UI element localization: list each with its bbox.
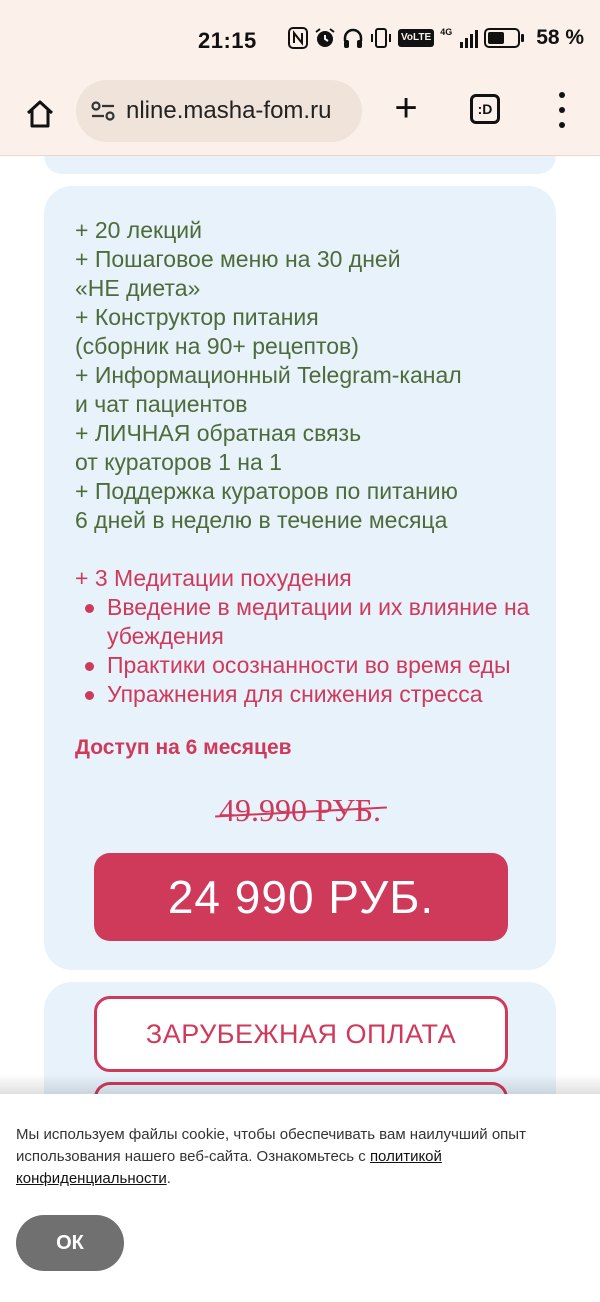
battery-percent: 58 % xyxy=(536,26,585,49)
tab-switcher-icon[interactable]: :D xyxy=(470,94,500,124)
signal-icon xyxy=(460,28,479,48)
cookie-text: Мы используем файлы cookie, чтобы обеспе… xyxy=(16,1124,576,1190)
buy-price-button[interactable]: 24 990 РУБ. xyxy=(94,853,508,941)
status-icons: VoLTE 4G 58 % xyxy=(288,26,584,50)
cookie-banner: Мы используем файлы cookie, чтобы обеспе… xyxy=(0,1094,600,1302)
feature-line: + Пошаговое меню на 30 дней xyxy=(75,246,401,272)
previous-card xyxy=(44,156,556,174)
offer-card: + 20 лекций + Пошаговое меню на 30 дней … xyxy=(44,186,556,970)
battery-charging-icon xyxy=(484,28,525,48)
volte-icon: VoLTE xyxy=(398,29,435,47)
url-text: nline.masha-fom.ru xyxy=(126,97,332,124)
feature-line: + Информационный Telegram-канал xyxy=(75,362,462,388)
access-duration: Доступ на 6 месяцев xyxy=(75,736,292,759)
foreign-payment-button[interactable]: ЗАРУБЕЖНАЯ ОПЛАТА xyxy=(94,996,508,1072)
old-price-text: 49.990 РУБ. xyxy=(218,792,382,828)
feature-line: и чат пациентов xyxy=(75,391,248,417)
alarm-icon xyxy=(314,27,336,49)
network-type-label: 4G xyxy=(440,27,453,37)
old-price: 49.990 РУБ. xyxy=(44,792,556,829)
list-item: Введение в медитации и их влияние на убе… xyxy=(85,593,545,651)
address-bar[interactable]: nline.masha-fom.ru xyxy=(76,80,362,142)
cookie-end: . xyxy=(166,1170,171,1187)
feature-line: «НЕ диета» xyxy=(75,275,201,301)
status-time: 21:15 xyxy=(198,28,257,53)
more-menu-icon[interactable] xyxy=(550,92,574,128)
list-item: Упражнения для снижения стресса xyxy=(85,680,545,709)
cookie-message: Мы используем файлы cookie, чтобы обеспе… xyxy=(16,1126,526,1165)
headphones-icon xyxy=(342,27,364,49)
feature-line: + Поддержка кураторов по питанию xyxy=(75,478,458,504)
meditation-list: Введение в медитации и их влияние на убе… xyxy=(85,593,545,709)
home-icon[interactable] xyxy=(18,92,62,136)
feature-line: + Конструктор питания xyxy=(75,304,319,330)
nfc-icon xyxy=(288,27,308,49)
feature-line: + 20 лекций xyxy=(75,217,202,243)
meditation-block: + 3 Медитации похудения Введение в медит… xyxy=(75,564,545,709)
site-settings-icon[interactable] xyxy=(88,96,118,126)
feature-line: + ЛИЧНАЯ обратная связь xyxy=(75,420,362,446)
list-item: Практики осознанности во время еды xyxy=(85,651,545,680)
browser-toolbar: nline.masha-fom.ru + :D xyxy=(0,80,600,156)
feature-line: от кураторов 1 на 1 xyxy=(75,449,282,475)
new-tab-plus-icon[interactable]: + xyxy=(386,88,426,128)
feature-line: 6 дней в неделю в течение месяца xyxy=(75,507,448,533)
cookie-ok-button[interactable]: ОК xyxy=(16,1215,124,1271)
feature-line: (сборник на 90+ рецептов) xyxy=(75,333,359,359)
meditation-title: + 3 Медитации похудения xyxy=(75,565,352,591)
cookie-shadow xyxy=(0,1074,600,1094)
status-bar: 21:15 VoLTE 4G 58 % xyxy=(0,0,600,80)
green-features: + 20 лекций + Пошаговое меню на 30 дней … xyxy=(75,216,545,535)
features-list: + 20 лекций + Пошаговое меню на 30 дней … xyxy=(75,216,545,709)
vibrate-icon xyxy=(370,27,392,49)
